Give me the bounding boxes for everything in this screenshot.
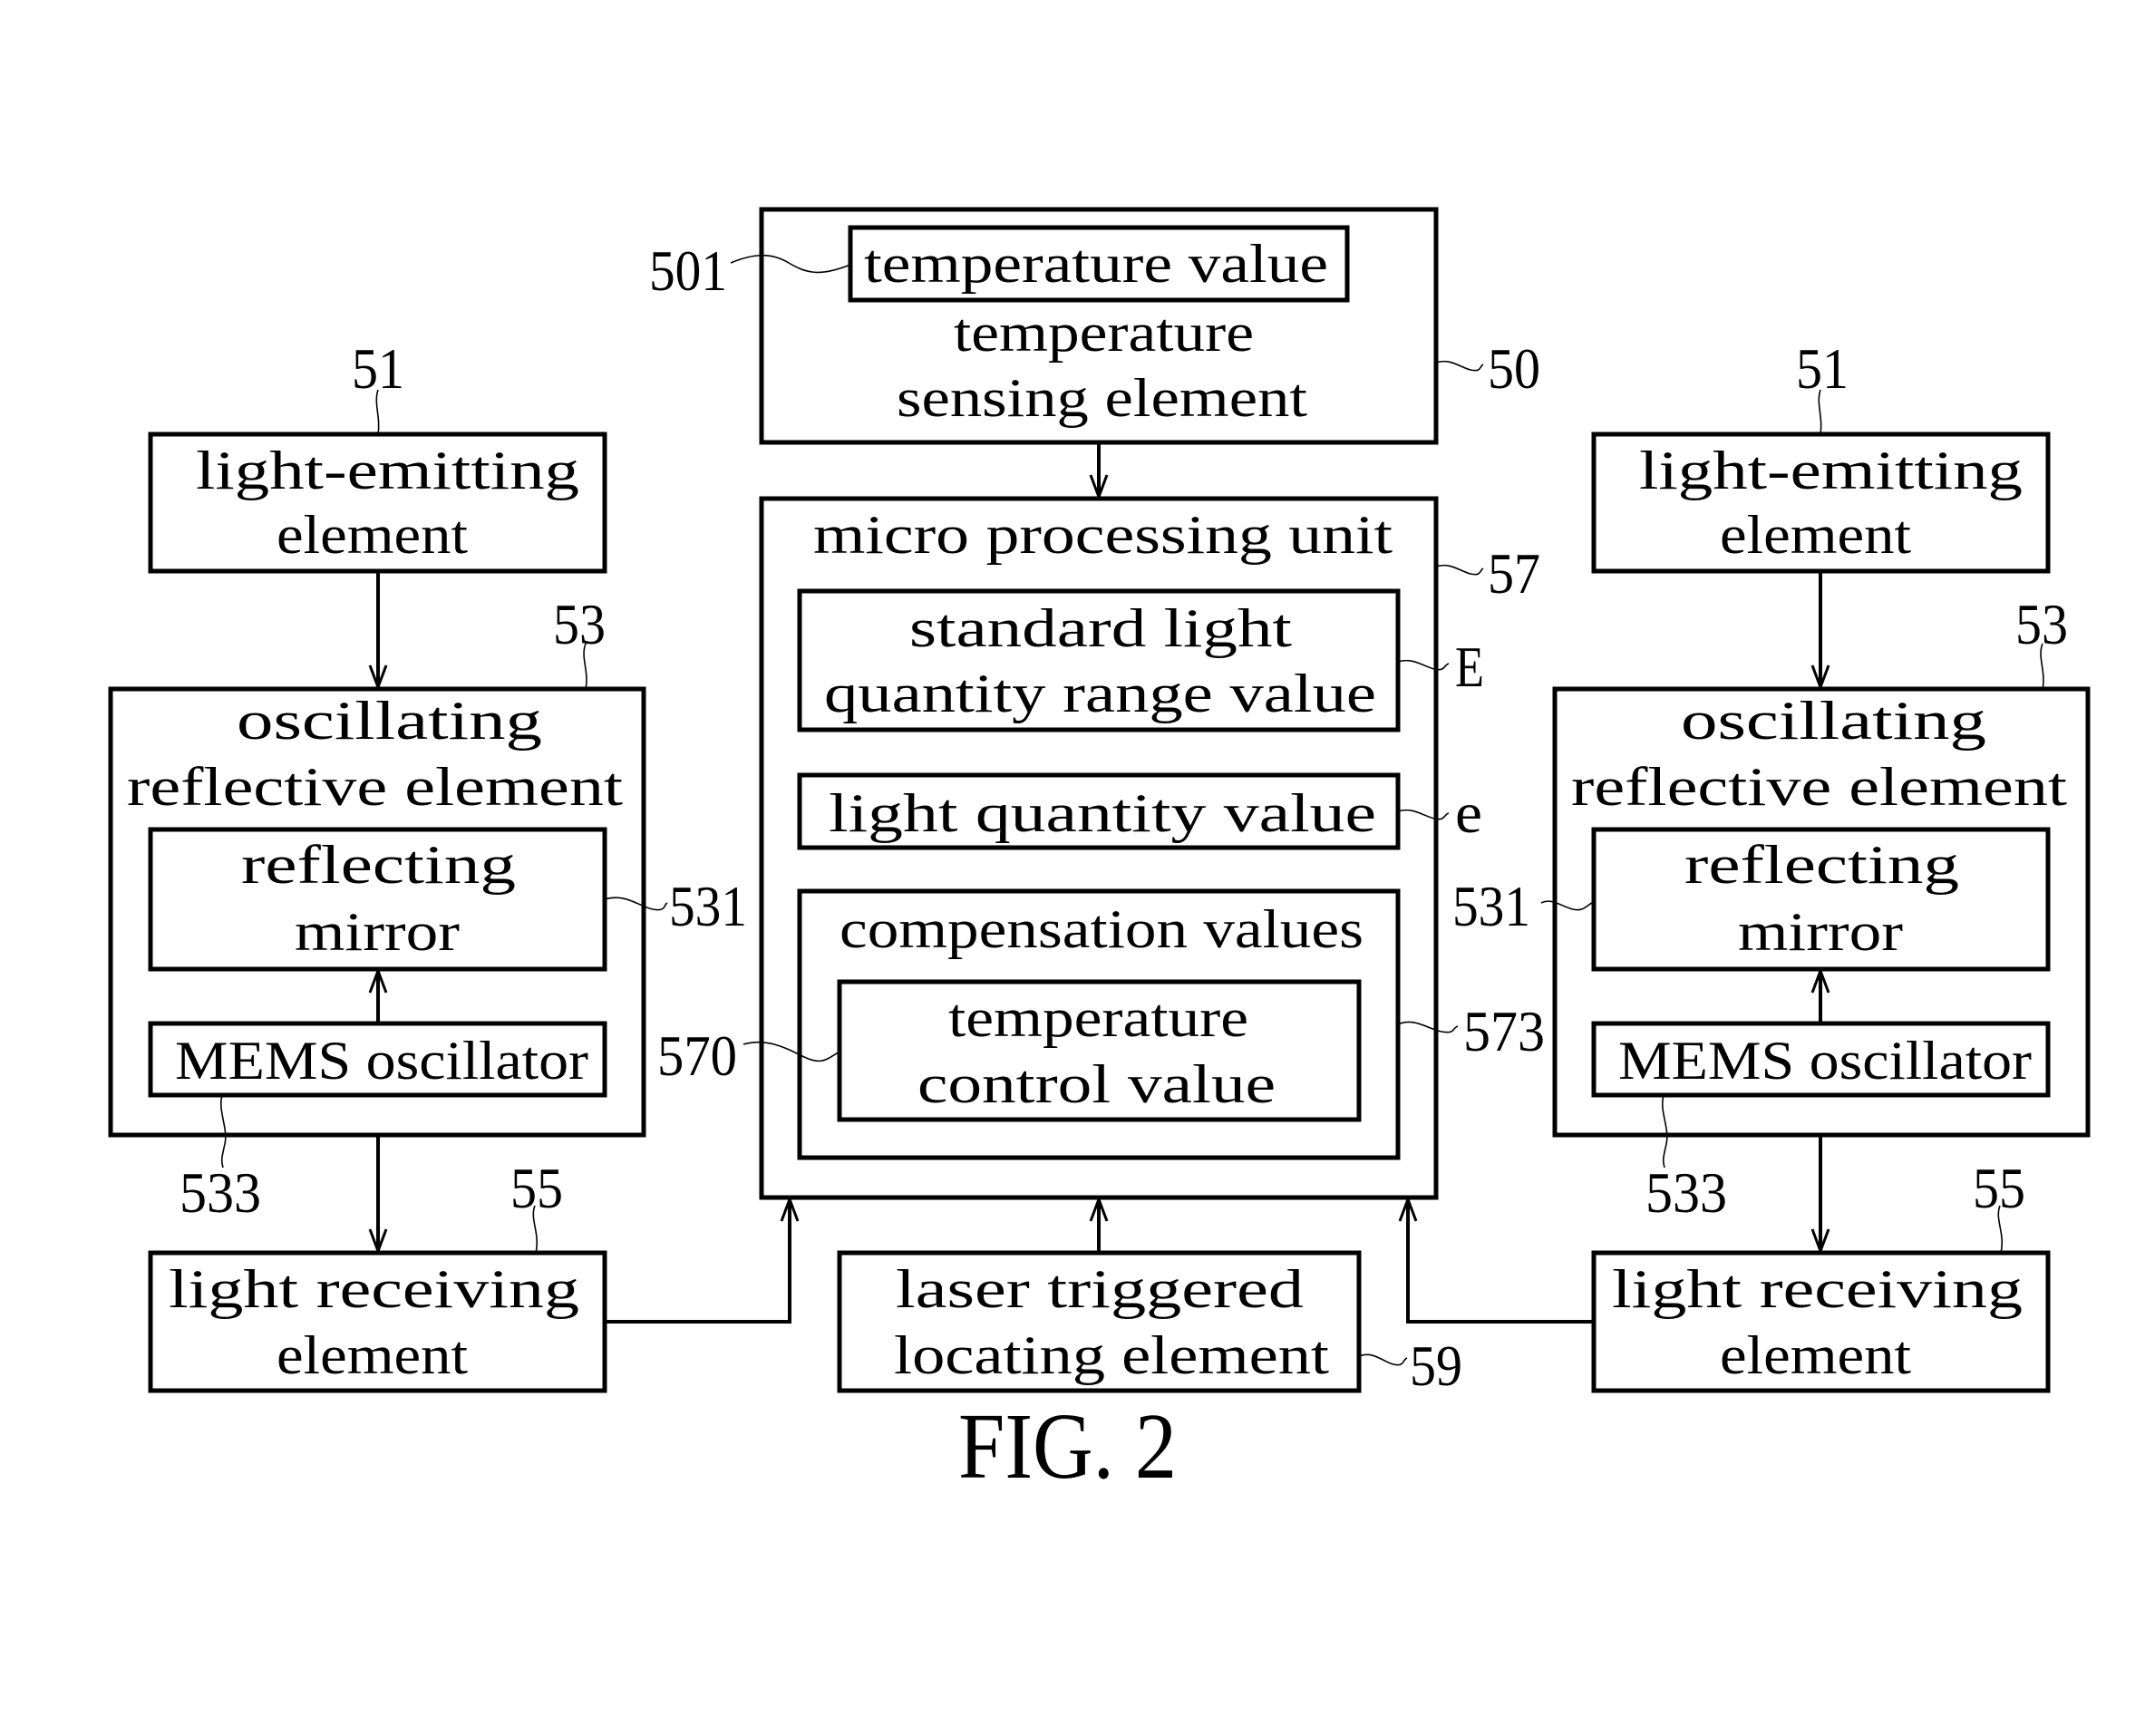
ref-right-531: 531 [1452,874,1530,938]
leader-50 [1435,360,1484,372]
left-light-receiving-element-line-2: element [277,1325,468,1385]
ref-left-55: 55 [510,1156,563,1220]
ref-59: 59 [1410,1334,1462,1398]
right-light-receiving-element-line-1: light receiving [1612,1259,2023,1319]
right-mems-oscillator-label: MEMS oscillator [1618,1031,2032,1091]
left-oscillating-reflective-element-line-1: oscillating [237,691,542,751]
leader-59 [1358,1353,1408,1366]
right-reflecting-mirror-line-1: reflecting [1684,835,1959,895]
temperature-sensing-element: temperature value temperature sensing el… [759,207,1439,445]
block-diagram: temperature value temperature sensing el… [108,207,2091,1498]
laser-triggered-locating-element: laser triggered locating element [837,1250,1362,1393]
left-reflecting-mirror-line-2: mirror [295,902,460,962]
leader-left-533 [220,1094,227,1169]
temperature-value-label: temperature value [864,234,1328,294]
leader-left-531 [604,897,668,911]
ref-501: 501 [649,238,727,303]
ref-left-531: 531 [669,874,747,938]
laser-triggered-locating-element-line-1: laser triggered [896,1259,1304,1319]
compensation-values-label: compensation values [840,899,1364,959]
connector-left-receiver-to-mpu [605,1199,791,1324]
left-light-emitting-element-line-2: element [277,505,468,565]
micro-processing-unit-title: micro processing unit [813,505,1393,565]
standard-light-quantity-range-value-line-1: standard light [909,598,1292,658]
temperature-sensing-element-line-1: temperature [954,303,1254,363]
temperature-sensing-element-line-2: sensing element [897,368,1307,428]
ref-50: 50 [1488,336,1540,401]
ref-right-533: 533 [1645,1160,1727,1225]
left-oscillating-reflective-element-line-2: reflective element [127,757,623,817]
right-oscillating-reflective-element-line-2: reflective element [1571,757,2067,817]
right-light-receiving-element-line-2: element [1720,1325,1911,1385]
ref-573: 573 [1463,999,1545,1063]
ref-e: e [1455,781,1482,845]
ref-right-51: 51 [1796,336,1849,401]
left-mems-oscillator-label: MEMS oscillator [175,1031,588,1091]
leader-573 [1397,1021,1459,1033]
ref-E: E [1455,635,1484,699]
connector-right-receiver-to-mpu [1406,1199,1594,1324]
ref-right-55: 55 [1973,1156,2025,1220]
left-reflecting-mirror-line-1: reflecting [241,835,516,895]
temperature-control-value-line-2: control value [917,1054,1276,1114]
leader-501 [730,254,851,274]
right-light-emitting-element-line-2: element [1720,505,1911,565]
right-light-emitting-element-line-1: light-emitting [1639,441,2023,500]
ref-left-53: 53 [553,592,606,656]
ref-left-533: 533 [180,1160,261,1225]
leader-e [1397,809,1450,820]
left-light-receiving-element-line-1: light receiving [169,1259,579,1319]
left-light-emitting-element-line-1: light-emitting [196,441,579,500]
micro-processing-unit: micro processing unit standard light qua… [759,496,1439,1200]
leader-E [1397,659,1450,671]
leader-right-533 [1662,1094,1668,1169]
temperature-control-value-line-1: temperature [948,988,1248,1048]
light-quantity-value-label: light quantity value [829,783,1376,843]
right-oscillating-reflective-element-line-1: oscillating [1681,691,1986,751]
leader-570 [742,1041,840,1062]
leader-57 [1435,564,1484,576]
ref-570: 570 [657,1023,737,1088]
ref-right-53: 53 [2015,592,2068,656]
ref-left-51: 51 [352,336,404,401]
standard-light-quantity-range-value-line-2: quantity range value [824,664,1376,723]
leader-right-531 [1540,900,1595,911]
laser-triggered-locating-element-line-2: locating element [894,1325,1329,1385]
figure-caption: FIG. 2 [958,1394,1177,1498]
connectors [368,442,1830,1324]
ref-57: 57 [1488,541,1540,606]
right-reflecting-mirror-line-2: mirror [1738,902,1903,962]
